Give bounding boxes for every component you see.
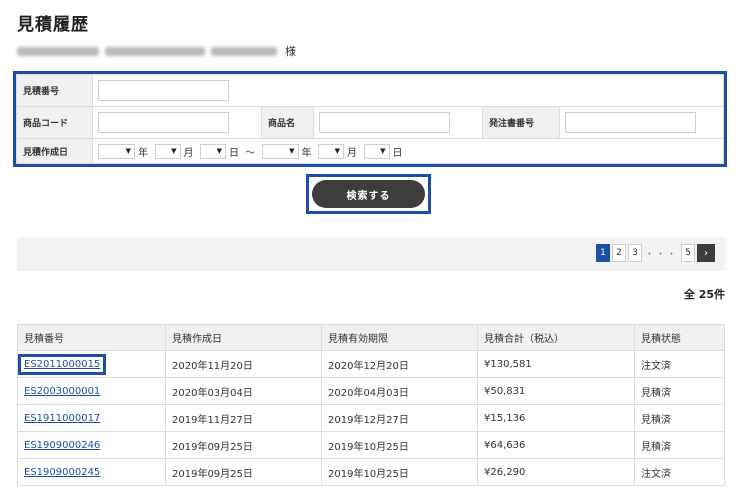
from-day-unit: 日 bbox=[229, 147, 239, 159]
page-5-button[interactable]: 5 bbox=[681, 244, 695, 262]
created-date-cell: 2019年09月25日 bbox=[165, 458, 322, 486]
search-button[interactable]: 検索する bbox=[312, 180, 425, 208]
page-3-button[interactable]: 3 bbox=[627, 244, 642, 262]
blurred-department-name bbox=[105, 46, 205, 56]
status-cell: 見積済 bbox=[634, 404, 725, 432]
quote-number-link[interactable]: ES1909000246 bbox=[24, 440, 100, 451]
total-cell: ¥50,831 bbox=[477, 377, 635, 405]
to-day-unit: 日 bbox=[392, 147, 403, 159]
status-cell: 注文済 bbox=[634, 458, 725, 486]
blurred-company-name bbox=[17, 46, 99, 56]
blurred-person-name bbox=[211, 46, 277, 56]
to-month-unit: 月 bbox=[347, 147, 357, 159]
customer-name: 様 bbox=[17, 44, 296, 58]
quote-number-link[interactable]: ES2003000001 bbox=[24, 386, 100, 397]
pagination-bar: 1 2 3 ・・・ 5 › bbox=[17, 237, 725, 271]
quote-results-table: 見積番号 見積作成日 見積有効期限 見積合計（税込） 見積状態 ES201100… bbox=[17, 324, 725, 486]
header-created-date: 見積作成日 bbox=[165, 324, 322, 351]
from-month-select[interactable]: ▼ bbox=[154, 143, 181, 159]
expiry-date-cell: 2019年12月27日 bbox=[321, 404, 478, 432]
table-header-row: 見積番号 見積作成日 見積有効期限 見積合計（税込） 見積状態 bbox=[17, 324, 725, 351]
status-cell: 注文済 bbox=[634, 350, 725, 378]
header-total: 見積合計（税込） bbox=[477, 324, 635, 351]
to-month-select[interactable]: ▼ bbox=[318, 143, 344, 159]
total-cell: ¥64,636 bbox=[477, 431, 635, 459]
total-cell: ¥15,136 bbox=[477, 404, 635, 432]
search-button-highlight: 検索する bbox=[306, 174, 431, 214]
quote-number-input[interactable] bbox=[98, 80, 229, 102]
created-date-cell: 2019年09月25日 bbox=[165, 431, 322, 459]
from-day-select[interactable]: ▼ bbox=[200, 143, 226, 159]
table-row: ES1909000245 2019年09月25日 2019年10月25日 ¥26… bbox=[17, 458, 725, 486]
total-cell: ¥130,581 bbox=[477, 350, 635, 378]
quote-number-link[interactable]: ES1911000017 bbox=[24, 413, 100, 424]
status-cell: 見積済 bbox=[634, 377, 725, 405]
highlighted-quote-link: ES2011000015 bbox=[18, 353, 107, 375]
total-cell: ¥26,290 bbox=[477, 458, 635, 486]
page-2-button[interactable]: 2 bbox=[611, 244, 626, 262]
created-date-cell: 2019年11月27日 bbox=[165, 404, 322, 432]
product-name-input[interactable] bbox=[319, 112, 450, 134]
from-month-unit: 月 bbox=[183, 147, 194, 159]
to-year-unit: 年 bbox=[301, 147, 312, 159]
quote-number-label: 見積番号 bbox=[16, 73, 93, 108]
product-name-label: 商品名 bbox=[261, 106, 314, 140]
created-date-label: 見積作成日 bbox=[16, 138, 93, 164]
to-day-select[interactable]: ▼ bbox=[363, 143, 390, 159]
expiry-date-cell: 2019年10月25日 bbox=[321, 431, 478, 459]
header-quote-number: 見積番号 bbox=[17, 324, 166, 351]
to-year-select[interactable]: ▼ bbox=[261, 143, 299, 159]
table-row: ES1909000246 2019年09月25日 2019年10月25日 ¥64… bbox=[17, 431, 725, 459]
search-form: 見積番号 商品コード 商品名 発注書番号 見積作成日 ▼ 年 ▼ 月 ▼ 日～ ▼ 年 … bbox=[13, 71, 727, 167]
table-row: ES2011000015 2020年11月20日 2020年12月20日 ¥13… bbox=[17, 350, 725, 378]
expiry-date-cell: 2019年10月25日 bbox=[321, 458, 478, 486]
table-row: ES2003000001 2020年03月04日 2020年04月03日 ¥50… bbox=[17, 377, 725, 405]
pagination-ellipsis: ・・・ bbox=[644, 249, 678, 260]
customer-suffix: 様 bbox=[285, 45, 296, 58]
page-title: 見積履歴 bbox=[17, 15, 89, 35]
from-year-select[interactable]: ▼ bbox=[98, 143, 135, 159]
header-status: 見積状態 bbox=[634, 324, 725, 351]
pagination: 1 2 3 ・・・ 5 › bbox=[594, 244, 715, 262]
next-page-icon[interactable]: › bbox=[697, 244, 715, 262]
status-cell: 見積済 bbox=[634, 431, 725, 459]
quote-number-link[interactable]: ES2011000015 bbox=[24, 359, 100, 370]
created-date-cell: 2020年11月20日 bbox=[165, 350, 322, 378]
page-1-button[interactable]: 1 bbox=[595, 244, 610, 262]
result-count: 全 25件 bbox=[683, 288, 725, 301]
from-year-unit: 年 bbox=[138, 147, 148, 159]
product-code-input[interactable] bbox=[98, 112, 229, 134]
expiry-date-cell: 2020年04月03日 bbox=[321, 377, 478, 405]
po-number-label: 発注書番号 bbox=[482, 106, 560, 140]
created-date-cell: 2020年03月04日 bbox=[165, 377, 322, 405]
po-number-input[interactable] bbox=[565, 112, 696, 134]
product-code-label: 商品コード bbox=[16, 106, 93, 140]
expiry-date-cell: 2020年12月20日 bbox=[321, 350, 478, 378]
table-row: ES1911000017 2019年11月27日 2019年12月27日 ¥15… bbox=[17, 404, 725, 432]
header-expiry-date: 見積有効期限 bbox=[321, 324, 478, 351]
date-range-separator: ～ bbox=[245, 147, 255, 159]
quote-number-link[interactable]: ES1909000245 bbox=[24, 467, 100, 478]
